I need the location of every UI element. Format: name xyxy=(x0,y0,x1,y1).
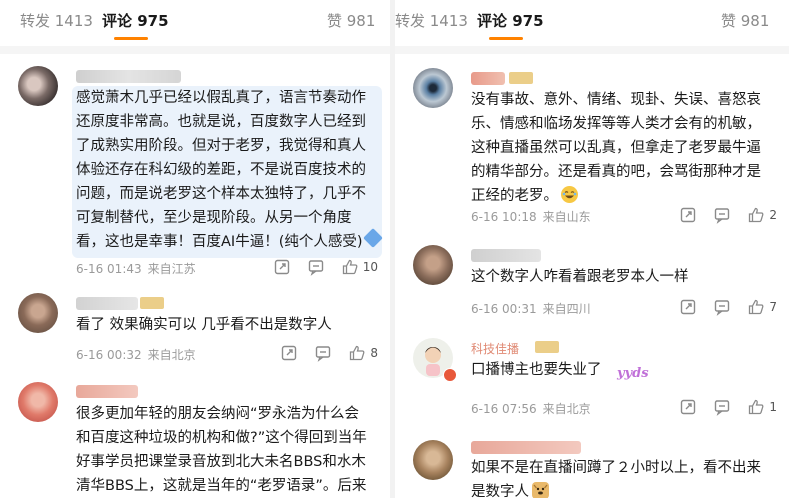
like-count: 1 xyxy=(769,400,777,414)
comment-text: 口播博主也要失业了 xyxy=(471,362,602,378)
username-redacted[interactable] xyxy=(471,441,581,454)
avatar[interactable] xyxy=(413,245,453,285)
share-icon[interactable] xyxy=(679,206,697,224)
comment-meta: 6-16 00:31 来自四川 xyxy=(471,300,591,317)
comment-date: 6-16 07:56 xyxy=(471,402,537,416)
tab-comments[interactable]: 评论 975 xyxy=(102,10,169,31)
tab-bar: 转发 1413 评论 975 赞 981 xyxy=(0,0,390,46)
comment-location: 来自江苏 xyxy=(147,262,196,276)
comment-location: 来自北京 xyxy=(147,348,196,362)
tab-likes[interactable]: 赞 981 xyxy=(721,10,769,31)
comment-text: 没有事故、意外、情绪、现卦、失误、喜怒哀 乐、情感和临场发挥等等人类才会有的机敏… xyxy=(471,92,761,204)
member-badge-icon xyxy=(535,341,559,353)
comment-actions: 2 xyxy=(663,206,777,224)
share-icon[interactable] xyxy=(679,298,697,316)
member-badge-icon xyxy=(509,72,533,84)
share-icon[interactable] xyxy=(280,344,298,362)
username-redacted[interactable] xyxy=(76,297,138,310)
avatar[interactable] xyxy=(413,68,453,108)
avatar[interactable] xyxy=(413,440,453,480)
avatar[interactable] xyxy=(18,293,58,333)
yyds-sticker: yyds xyxy=(617,366,649,381)
comment-actions: 10 xyxy=(257,258,378,276)
member-badge-icon xyxy=(140,297,164,309)
thumbs-up-icon[interactable] xyxy=(341,258,359,276)
tab-bar: 转发 1413 评论 975 赞 981 xyxy=(395,0,789,46)
tab-reposts[interactable]: 转发 1413 xyxy=(395,10,468,31)
thumbs-up-icon[interactable] xyxy=(747,298,765,316)
comment-text: 这个数字人咋看着跟老罗本人一样 xyxy=(471,269,689,285)
thumbs-up-icon[interactable] xyxy=(747,206,765,224)
like-count: 7 xyxy=(769,300,777,314)
comment-date: 6-16 01:43 xyxy=(76,262,142,276)
tab-likes[interactable]: 赞 981 xyxy=(327,10,375,31)
section-divider xyxy=(395,46,789,54)
tab-reposts[interactable]: 转发 1413 xyxy=(20,10,93,31)
share-icon[interactable] xyxy=(679,398,697,416)
username[interactable]: 科技佳播 xyxy=(471,340,531,357)
comment-meta: 6-16 01:43 来自江苏 xyxy=(76,260,196,277)
comment-location: 来自四川 xyxy=(542,302,591,316)
comment-icon[interactable] xyxy=(713,298,731,316)
comment-icon[interactable] xyxy=(713,398,731,416)
comment-meta: 6-16 00:32 来自北京 xyxy=(76,346,196,363)
comment-text: 很多更加年轻的朋友会纳闷“罗永浩为什么会 和百度这种垃圾的机构和做?”这个得回到… xyxy=(76,406,367,494)
active-tab-indicator xyxy=(489,37,523,40)
tab-comments[interactable]: 评论 975 xyxy=(477,10,544,31)
comment-text: 看了 效果确实可以 几乎看不出是数字人 xyxy=(76,317,332,333)
doge-emoji-icon xyxy=(532,482,549,498)
comment-icon[interactable] xyxy=(713,206,731,224)
comment-meta: 6-16 10:18 来自山东 xyxy=(471,208,591,225)
username-redacted[interactable] xyxy=(471,72,505,85)
avatar[interactable] xyxy=(18,382,58,422)
comment-date: 6-16 10:18 xyxy=(471,210,537,224)
username-redacted[interactable] xyxy=(471,249,541,262)
share-icon[interactable] xyxy=(273,258,291,276)
comment-icon[interactable] xyxy=(314,344,332,362)
verified-badge-icon xyxy=(443,368,457,382)
section-divider xyxy=(0,46,390,54)
comment-actions: 8 xyxy=(264,344,378,362)
like-count: 10 xyxy=(362,260,378,274)
comment-text: 感觉萧木几乎已经以假乱真了，语言节奏动作 还原度非常高。也就是说，百度数字人已经… xyxy=(76,90,366,250)
comment-location: 来自山东 xyxy=(542,210,591,224)
comment-date: 6-16 00:31 xyxy=(471,302,537,316)
comment-location: 来自北京 xyxy=(542,402,591,416)
laughing-emoji-icon xyxy=(561,186,578,203)
comment-meta: 6-16 07:56 来自北京 xyxy=(471,400,591,417)
comment-panel-right: 转发 1413 评论 975 赞 981 没有事故、意外、情绪、现卦、失误、喜怒… xyxy=(395,0,789,498)
comment-actions: 7 xyxy=(663,298,777,316)
username-redacted[interactable] xyxy=(76,385,138,398)
like-count: 8 xyxy=(370,346,378,360)
comment-date: 6-16 00:32 xyxy=(76,348,142,362)
comment-icon[interactable] xyxy=(307,258,325,276)
like-count: 2 xyxy=(769,208,777,222)
active-tab-indicator xyxy=(114,37,148,40)
avatar[interactable] xyxy=(18,66,58,106)
comment-panel-left: 转发 1413 评论 975 赞 981 感觉萧木几乎已经以假乱真了，语言节奏动… xyxy=(0,0,390,498)
thumbs-up-icon[interactable] xyxy=(747,398,765,416)
thumbs-up-icon[interactable] xyxy=(348,344,366,362)
comment-text: 如果不是在直播间蹲了２小时以上，看不出来 是数字人 xyxy=(471,460,761,498)
username-redacted[interactable] xyxy=(76,70,181,83)
comment-actions: 1 xyxy=(663,398,777,416)
